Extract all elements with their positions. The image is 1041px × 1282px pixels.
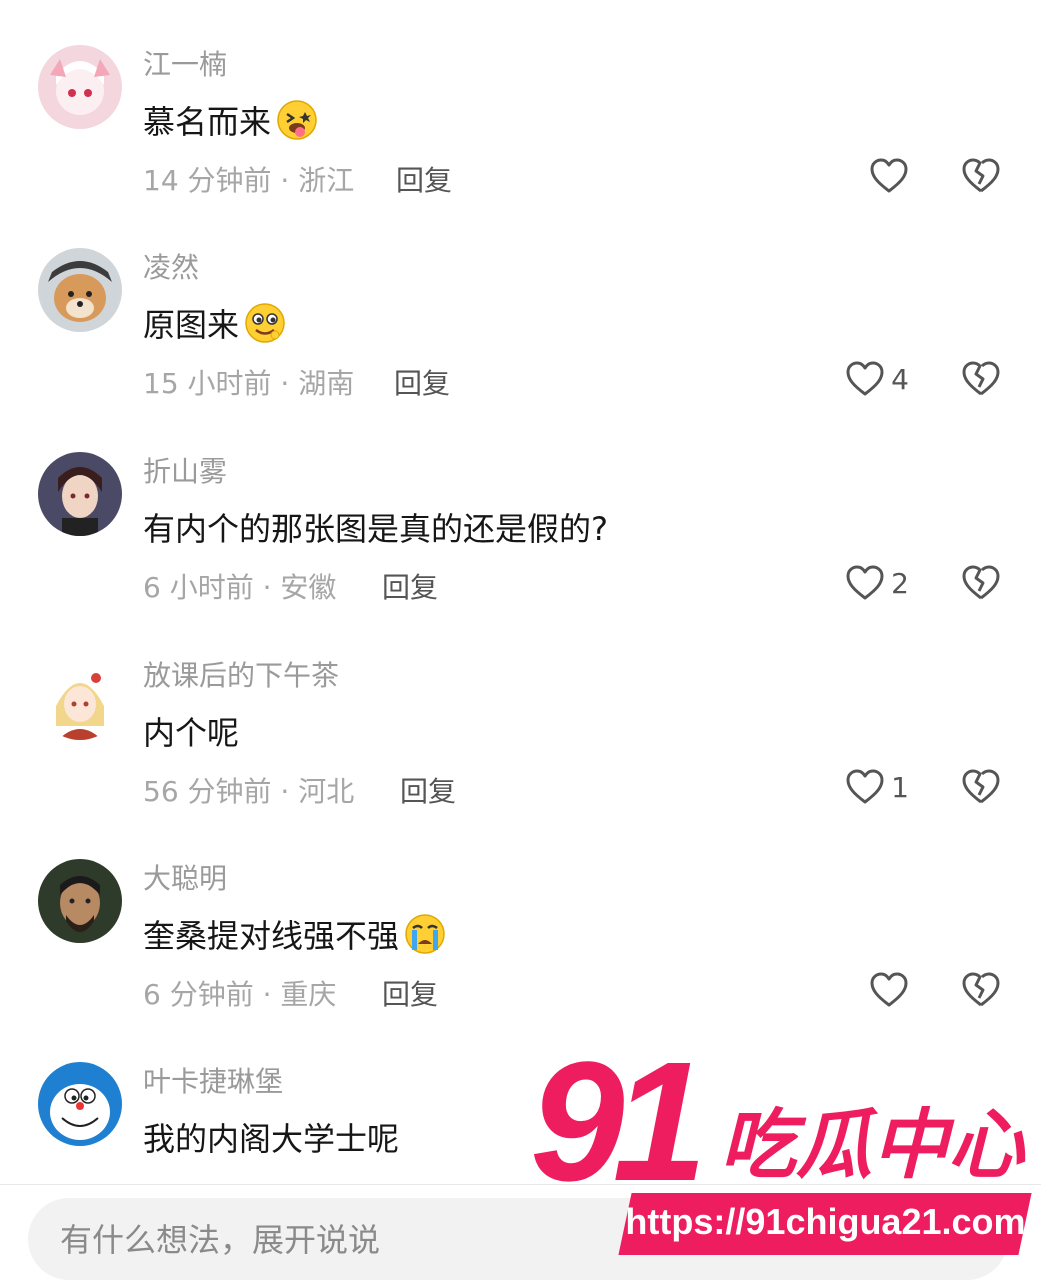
heart-icon [845,768,885,806]
comment-item: 凌然 原图来 15 小时前 · 湖南 回复 4 [0,248,1041,448]
comment-item: 大聪明 奎桑提对线强不强 6 分钟前 · 重庆 回复 [0,859,1041,1059]
username[interactable]: 凌然 [143,246,199,286]
comment-text-content: 有内个的那张图是真的还是假的? [143,510,608,548]
heart-icon [869,157,909,195]
like-button[interactable]: 4 [845,360,909,398]
like-button[interactable] [869,971,909,1009]
heart-icon [869,971,909,1009]
avatar[interactable] [38,1062,122,1146]
username[interactable]: 江一楠 [143,43,227,83]
broken-heart-icon [961,971,1001,1009]
avatar[interactable] [38,452,122,536]
watermark: 91 吃瓜中心 https://91chigua21.com [530,1037,1035,1280]
comment-item: 折山雾 有内个的那张图是真的还是假的? 6 小时前 · 安徽 回复 2 [0,452,1041,652]
comment-meta: 14 分钟前 · 浙江 [143,164,355,197]
comment-text: 内个呢 [143,708,239,754]
reply-button[interactable]: 回复 [382,566,438,606]
comment-meta: 15 小时前 · 湖南 [143,367,355,400]
comment-text-content: 原图来 [143,306,240,344]
comment-text: 有内个的那张图是真的还是假的? [143,504,608,550]
username[interactable]: 叶卡捷琳堡 [143,1060,283,1100]
like-count: 4 [891,362,909,396]
username[interactable]: 放课后的下午茶 [143,654,339,694]
reply-button[interactable]: 回复 [382,973,438,1013]
reply-button[interactable]: 回复 [400,770,456,810]
username[interactable]: 折山雾 [143,450,227,490]
like-count: 2 [891,566,909,600]
like-count: 1 [891,770,909,804]
comment-item: 江一楠 慕名而来 14 分钟前 · 浙江 回复 [0,45,1041,245]
like-button[interactable]: 1 [845,768,909,806]
username[interactable]: 大聪明 [143,857,227,897]
broken-heart-icon [961,564,1001,602]
drooling-emoji-icon [243,301,287,345]
like-button[interactable] [869,157,909,195]
watermark-url-banner: https://91chigua21.com [618,1193,1032,1255]
avatar[interactable] [38,248,122,332]
crying-emoji-icon [403,912,447,956]
dislike-button[interactable] [961,360,1001,398]
watermark-url: https://91chigua21.com [625,1201,1026,1242]
avatar[interactable] [38,45,122,129]
broken-heart-icon [961,360,1001,398]
avatar[interactable] [38,656,122,740]
heart-icon [845,360,885,398]
dislike-button[interactable] [961,157,1001,195]
comment-meta: 6 分钟前 · 重庆 [143,978,337,1011]
like-button[interactable]: 2 [845,564,909,602]
comment-text: 我的内阁大学士呢 [143,1114,399,1160]
avatar[interactable] [38,859,122,943]
broken-heart-icon [961,768,1001,806]
dislike-button[interactable] [961,971,1001,1009]
heart-icon [845,564,885,602]
reply-button[interactable]: 回复 [394,362,450,402]
broken-heart-icon [961,157,1001,195]
watermark-name: 吃瓜中心 [720,1100,1024,1189]
comment-text-content: 奎桑提对线强不强 [143,917,400,955]
dislike-button[interactable] [961,768,1001,806]
comment-meta: 56 分钟前 · 河北 [143,775,355,808]
comment-text: 奎桑提对线强不强 [143,911,447,957]
comment-item: 放课后的下午茶 内个呢 56 分钟前 · 河北 回复 1 [0,656,1041,856]
reply-button[interactable]: 回复 [396,159,452,199]
comment-meta: 6 小时前 · 安徽 [143,571,337,604]
dislike-button[interactable] [961,564,1001,602]
comment-text-content: 内个呢 [143,714,240,752]
comment-text-content: 我的内阁大学士呢 [143,1120,400,1158]
tongue-out-emoji-icon [275,98,319,142]
comment-text-content: 慕名而来 [143,103,272,141]
watermark-number: 91 [530,1027,707,1217]
comment-text: 慕名而来 [143,97,319,143]
comment-text: 原图来 [143,300,287,346]
